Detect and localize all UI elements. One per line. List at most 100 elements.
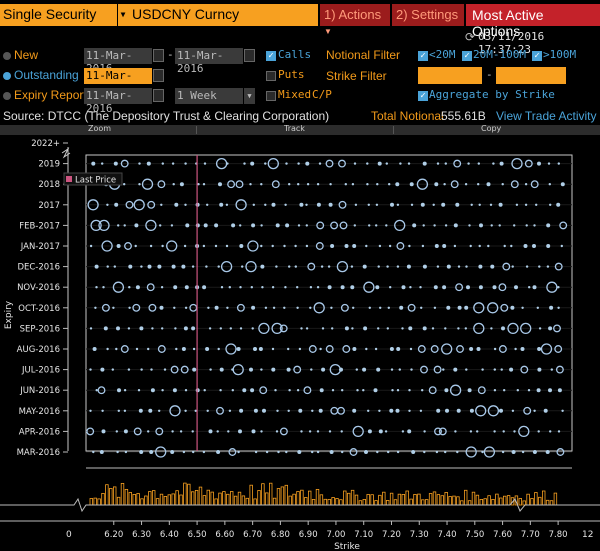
trade-bubble[interactable] [377, 161, 382, 166]
trade-bubble[interactable] [260, 264, 265, 269]
trade-bubble[interactable] [457, 305, 462, 310]
trade-bubble[interactable] [219, 202, 224, 207]
trade-bubble[interactable] [481, 450, 484, 454]
trade-bubble[interactable] [150, 368, 153, 371]
trade-bubble[interactable] [467, 162, 470, 165]
trade-bubble[interactable] [138, 183, 141, 186]
trade-bubble[interactable] [513, 224, 516, 227]
trade-bubble[interactable] [298, 347, 302, 351]
trade-bubble[interactable] [138, 162, 141, 165]
trade-bubble[interactable] [219, 327, 222, 330]
trade-bubble[interactable] [95, 389, 98, 392]
trade-bubble[interactable] [123, 389, 127, 392]
trade-bubble[interactable] [171, 430, 174, 433]
trade-bubble[interactable] [453, 367, 458, 372]
trade-bubble[interactable] [316, 286, 320, 289]
trade-bubble[interactable] [89, 368, 92, 371]
trade-bubble[interactable] [423, 430, 426, 433]
trade-bubble[interactable] [251, 223, 256, 228]
trade-bubble[interactable] [181, 347, 186, 351]
trade-bubble[interactable] [376, 450, 379, 454]
trade-bubble[interactable] [294, 244, 297, 248]
trade-bubble[interactable] [113, 265, 117, 268]
trade-bubble[interactable] [320, 265, 324, 268]
trade-bubble[interactable] [464, 327, 467, 330]
trade-bubble[interactable] [433, 224, 436, 227]
trade-bubble[interactable] [264, 162, 267, 165]
trade-bubble[interactable] [442, 368, 445, 371]
trade-bubble[interactable] [421, 389, 424, 392]
trade-bubble[interactable] [503, 389, 506, 392]
trade-bubble[interactable] [174, 327, 177, 330]
trade-bubble[interactable] [310, 368, 313, 371]
trade-bubble[interactable] [408, 389, 411, 392]
trade-bubble[interactable] [501, 450, 505, 454]
trade-bubble[interactable] [219, 367, 224, 372]
trade-bubble[interactable] [389, 286, 392, 289]
trade-bubble[interactable] [127, 368, 131, 371]
trade-bubble[interactable] [159, 305, 164, 310]
trade-bubble[interactable] [251, 429, 256, 434]
trade-bubble[interactable] [513, 430, 516, 433]
trade-bubble[interactable] [123, 183, 126, 186]
copy-button[interactable]: Copy [481, 124, 501, 133]
trade-bubble[interactable] [237, 450, 240, 454]
trade-bubble[interactable] [260, 224, 263, 227]
trade-bubble[interactable] [352, 306, 355, 309]
trade-bubble[interactable] [396, 265, 400, 268]
trade-bubble[interactable] [243, 162, 246, 165]
trade-bubble[interactable] [514, 285, 518, 290]
trade-bubble[interactable] [260, 244, 263, 248]
trade-bubble[interactable] [436, 265, 440, 268]
trade-bubble[interactable] [272, 306, 276, 309]
trade-bubble[interactable] [384, 430, 388, 433]
settings-button[interactable]: 2) Settings [392, 4, 464, 26]
trade-bubble[interactable] [170, 450, 175, 454]
trade-bubble[interactable] [503, 244, 506, 248]
trade-bubble[interactable] [434, 182, 439, 187]
trade-bubble[interactable] [556, 202, 561, 207]
trade-bubble[interactable] [148, 408, 153, 413]
trade-bubble[interactable] [283, 306, 286, 309]
trade-bubble[interactable] [352, 244, 357, 248]
trade-bubble[interactable] [288, 389, 291, 392]
trade-bubble[interactable] [490, 224, 493, 227]
trade-bubble[interactable] [184, 162, 187, 165]
trade-bubble[interactable] [225, 203, 229, 206]
trade-bubble[interactable] [173, 285, 178, 290]
expiry-period-select[interactable]: 1 Week [175, 88, 243, 104]
trade-bubble[interactable] [214, 305, 219, 310]
trade-bubble[interactable] [172, 388, 177, 393]
trade-bubble[interactable] [184, 306, 188, 309]
expiry-report-radio[interactable] [3, 92, 11, 100]
trade-bubble[interactable] [284, 203, 287, 206]
trade-bubble[interactable] [101, 429, 106, 434]
trade-bubble[interactable] [378, 429, 383, 434]
trade-bubble[interactable] [123, 409, 127, 412]
trade-bubble[interactable] [260, 183, 263, 186]
trade-bubble[interactable] [106, 265, 109, 268]
trade-bubble[interactable] [297, 183, 300, 186]
trade-bubble[interactable] [523, 244, 528, 248]
trade-bubble[interactable] [329, 450, 334, 454]
trade-bubble[interactable] [318, 162, 322, 165]
trade-bubble[interactable] [158, 409, 161, 412]
trade-bubble[interactable] [493, 389, 497, 392]
trade-bubble[interactable] [174, 202, 179, 207]
trade-bubble[interactable] [493, 368, 496, 371]
trade-bubble[interactable] [401, 430, 405, 433]
trade-bubble[interactable] [116, 244, 121, 248]
trade-bubble[interactable] [208, 327, 212, 330]
trade-bubble[interactable] [205, 265, 208, 268]
trade-bubble[interactable] [467, 388, 472, 393]
trade-bubble[interactable] [89, 327, 93, 330]
trade-bubble[interactable] [375, 285, 380, 290]
trade-bubble[interactable] [442, 244, 447, 248]
trade-bubble[interactable] [433, 285, 438, 290]
trade-bubble[interactable] [92, 347, 97, 351]
trade-bubble[interactable] [387, 306, 390, 309]
trade-bubble[interactable] [444, 162, 447, 165]
trade-bubble[interactable] [239, 408, 244, 413]
zoom-button[interactable]: Zoom [88, 124, 111, 133]
trade-bubble[interactable] [444, 450, 447, 454]
